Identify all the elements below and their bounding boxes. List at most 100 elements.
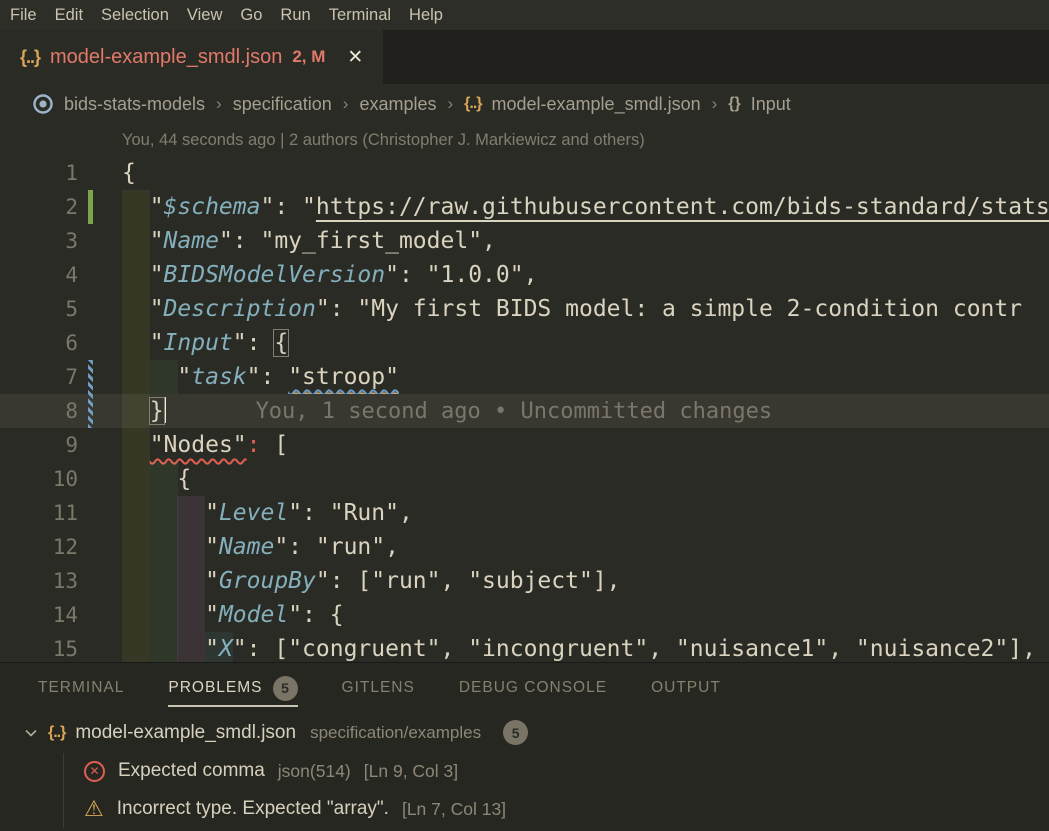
- panel-tab-terminal[interactable]: TERMINAL: [38, 663, 124, 713]
- breadcrumb-item-specification[interactable]: specification: [233, 94, 332, 115]
- code-segment: ": [122, 296, 164, 322]
- code-text: "Model": {: [122, 598, 344, 632]
- code-segment: [122, 432, 150, 458]
- problem-row-warning[interactable]: ⚠ Incorrect type. Expected "array". [Ln …: [0, 790, 1049, 828]
- line-number[interactable]: 12: [0, 530, 78, 564]
- line-number[interactable]: 4: [0, 258, 78, 292]
- code-segment: "Run",: [330, 500, 413, 526]
- code-line-9[interactable]: 9 "Nodes": [: [0, 428, 1049, 462]
- tab-bar: {..} model-example_smdl.json 2, M ✕: [0, 30, 1049, 84]
- panel-tab-debug-console[interactable]: DEBUG CONSOLE: [459, 663, 607, 713]
- chevron-right-icon: ›: [711, 94, 719, 114]
- code-segment: $schema: [164, 194, 261, 220]
- line-number[interactable]: 10: [0, 462, 78, 496]
- code-segment: "1.0.0",: [427, 262, 538, 288]
- line-number[interactable]: 5: [0, 292, 78, 326]
- menu-item-go[interactable]: Go: [231, 6, 271, 25]
- code-segment: {: [122, 160, 136, 186]
- code-segment: "run",: [316, 534, 399, 560]
- warning-squiggle-text: "stroop": [288, 364, 399, 390]
- code-segment: Name: [219, 534, 274, 560]
- problems-file-name: model-example_smdl.json: [75, 722, 296, 744]
- line-number[interactable]: 3: [0, 224, 78, 258]
- code-segment: ": [122, 568, 219, 594]
- menu-item-file[interactable]: File: [1, 6, 46, 25]
- line-number[interactable]: 9: [0, 428, 78, 462]
- json-file-icon: {..}: [48, 724, 65, 742]
- line-number[interactable]: 8: [0, 394, 78, 428]
- code-line-7[interactable]: 7 "task": "stroop": [0, 360, 1049, 394]
- menu-item-terminal[interactable]: Terminal: [320, 6, 400, 25]
- line-number[interactable]: 2: [0, 190, 78, 224]
- problem-location: [Ln 7, Col 13]: [402, 799, 506, 820]
- code-line-2[interactable]: 2 "$schema": "https://raw.githubusercont…: [0, 190, 1049, 224]
- code-segment: ":: [233, 636, 275, 662]
- gutter-modified-marker[interactable]: [88, 394, 93, 428]
- panel-tab-label: TERMINAL: [38, 679, 124, 697]
- code-line-1[interactable]: 1{: [0, 156, 1049, 190]
- line-number[interactable]: 6: [0, 326, 78, 360]
- panel-tab-gitlens[interactable]: GITLENS: [342, 663, 415, 713]
- code-content[interactable]: 1{2 "$schema": "https://raw.githubuserco…: [0, 156, 1049, 662]
- menu-item-edit[interactable]: Edit: [46, 6, 92, 25]
- problems-file-group[interactable]: {..} model-example_smdl.json specificati…: [0, 713, 1049, 752]
- code-line-6[interactable]: 6 "Input": {: [0, 326, 1049, 360]
- panel-tab-label: OUTPUT: [651, 679, 721, 697]
- problem-location: [Ln 9, Col 3]: [364, 761, 458, 782]
- code-line-3[interactable]: 3 "Name": "my_first_model",: [0, 224, 1049, 258]
- panel-tab-label: PROBLEMS: [168, 679, 262, 697]
- problem-row-error[interactable]: ✕ Expected comma json(514) [Ln 9, Col 3]: [0, 752, 1049, 790]
- code-text: "task": "stroop": [122, 360, 399, 394]
- menu-item-run[interactable]: Run: [271, 6, 319, 25]
- code-line-14[interactable]: 14 "Model": {: [0, 598, 1049, 632]
- panel-tab-problems[interactable]: PROBLEMS 5: [168, 663, 297, 713]
- line-number[interactable]: 13: [0, 564, 78, 598]
- menu-item-selection[interactable]: Selection: [92, 6, 178, 25]
- panel-tab-output[interactable]: OUTPUT: [651, 663, 721, 713]
- breadcrumb-item-input-symbol[interactable]: Input: [751, 94, 791, 115]
- code-line-11[interactable]: 11 "Level": "Run",: [0, 496, 1049, 530]
- code-segment: ": [122, 330, 164, 356]
- code-segment: [: [261, 432, 289, 458]
- breadcrumb-item-file[interactable]: model-example_smdl.json: [492, 94, 701, 115]
- editor[interactable]: bids-stats-models › specification › exam…: [0, 84, 1049, 662]
- json-file-icon: {..}: [20, 47, 40, 68]
- code-segment: task: [191, 364, 246, 390]
- gutter-added-marker[interactable]: [88, 190, 93, 224]
- chevron-down-icon[interactable]: [24, 726, 38, 740]
- code-line-5[interactable]: 5 "Description": "My first BIDS model: a…: [0, 292, 1049, 326]
- line-number[interactable]: 15: [0, 632, 78, 662]
- line-number[interactable]: 7: [0, 360, 78, 394]
- code-line-10[interactable]: 10 {: [0, 462, 1049, 496]
- close-icon[interactable]: ✕: [347, 46, 363, 69]
- breadcrumb-item-examples[interactable]: examples: [359, 94, 436, 115]
- line-number[interactable]: 11: [0, 496, 78, 530]
- code-line-13[interactable]: 13 "GroupBy": ["run", "subject"],: [0, 564, 1049, 598]
- panel-tab-label: GITLENS: [342, 679, 415, 697]
- breadcrumb-item-repo[interactable]: bids-stats-models: [64, 94, 205, 115]
- codelens-authors-link[interactable]: You, 44 seconds ago | 2 authors (Christo…: [122, 131, 645, 150]
- code-text: {: [122, 156, 136, 190]
- line-number[interactable]: 1: [0, 156, 78, 190]
- problems-file-count-badge: 5: [503, 720, 528, 745]
- menu-item-view[interactable]: View: [178, 6, 231, 25]
- code-segment: Model: [219, 602, 288, 628]
- code-segment: ": [122, 602, 219, 628]
- record-circle-icon: [32, 93, 54, 115]
- tab-model-example-json[interactable]: {..} model-example_smdl.json 2, M ✕: [0, 30, 383, 84]
- gutter-modified-marker[interactable]: [88, 360, 93, 394]
- code-line-4[interactable]: 4 "BIDSModelVersion": "1.0.0",: [0, 258, 1049, 292]
- vscode-window: File Edit Selection View Go Run Terminal…: [0, 0, 1049, 831]
- code-line-15[interactable]: 15 "X": ["congruent", "incongruent", "nu…: [0, 632, 1049, 662]
- panel-tab-bar: TERMINAL PROBLEMS 5 GITLENS DEBUG CONSOL…: [0, 663, 1049, 713]
- code-segment: {: [122, 466, 191, 492]
- panel-tab-label: DEBUG CONSOLE: [459, 679, 607, 697]
- line-number[interactable]: 14: [0, 598, 78, 632]
- code-text: "Nodes": [: [122, 428, 288, 462]
- code-line-12[interactable]: 12 "Name": "run",: [0, 530, 1049, 564]
- menu-item-help[interactable]: Help: [400, 6, 452, 25]
- code-segment: ":: [385, 262, 427, 288]
- code-segment: ": [122, 534, 219, 560]
- code-line-8[interactable]: 8 }You, 1 second ago • Uncommitted chang…: [0, 394, 1049, 428]
- code-segment: X: [219, 636, 233, 662]
